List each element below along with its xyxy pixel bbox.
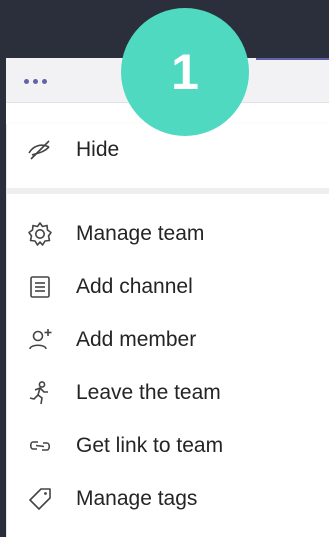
menu-item-label: Get link to team: [76, 434, 224, 457]
menu-item-add-member[interactable]: Add member: [7, 314, 329, 366]
tag-icon: [29, 488, 51, 510]
link-icon: [29, 441, 51, 451]
menu-item-label: Add channel: [76, 275, 193, 298]
team-context-menu: Hide Manage team Add channel Add member: [6, 124, 329, 537]
menu-item-manage-team[interactable]: Manage team: [7, 208, 329, 260]
menu-item-label: Manage tags: [76, 487, 198, 510]
eye-off-icon: [28, 140, 50, 160]
channel-list-icon: [30, 276, 50, 298]
dot-icon: [24, 78, 29, 84]
menu-item-get-link[interactable]: Get link to team: [7, 420, 329, 472]
dot-icon: [33, 78, 38, 84]
person-add-icon: [29, 329, 52, 350]
header-accent-line: [256, 58, 329, 60]
menu-item-leave-team[interactable]: Leave the team: [7, 367, 329, 419]
menu-item-add-channel[interactable]: Add channel: [7, 261, 329, 313]
dot-icon: [42, 78, 47, 84]
menu-item-label: Leave the team: [76, 381, 221, 404]
person-running-icon: [29, 381, 48, 405]
step-number-badge: 1: [121, 8, 249, 136]
more-options-button[interactable]: [24, 74, 56, 88]
menu-item-manage-tags[interactable]: Manage tags: [7, 473, 329, 525]
menu-item-label: Manage team: [76, 222, 205, 245]
menu-item-label: Add member: [76, 328, 197, 351]
gear-icon: [28, 222, 52, 246]
menu-item-label: Hide: [76, 138, 120, 161]
menu-separator: [7, 188, 329, 194]
